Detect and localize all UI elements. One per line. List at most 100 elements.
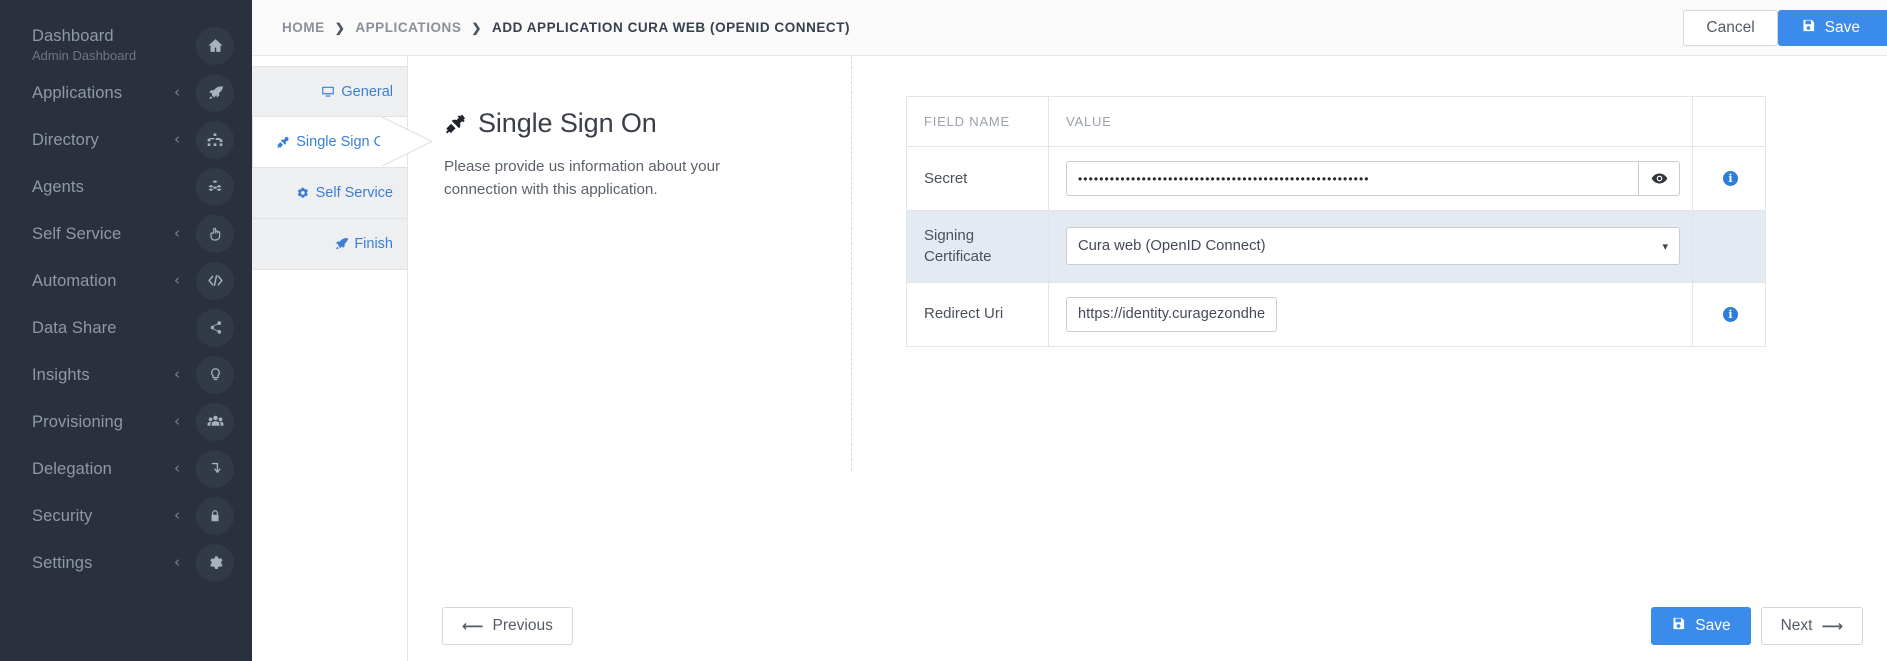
breadcrumb-item-home[interactable]: HOME (282, 20, 325, 35)
save-button-bottom-label: Save (1695, 617, 1731, 634)
wizard-step-label: Finish (354, 236, 393, 252)
breadcrumb: HOME ❯ APPLICATIONS ❯ ADD APPLICATION CU… (282, 20, 850, 35)
wizard-steps: General Single Sign On Self Service Fini… (252, 56, 432, 661)
save-button-bottom[interactable]: Save (1651, 607, 1751, 645)
sidebar-item-provisioning[interactable]: Provisioning ‹ (0, 398, 252, 445)
sidebar-item-label: Security (32, 506, 93, 525)
sidebar-item-self-service[interactable]: Self Service ‹ (0, 210, 252, 257)
top-bar-actions: Cancel Save (1683, 9, 1887, 46)
save-button-top[interactable]: Save (1777, 9, 1887, 46)
arrow-left-icon: ⟶ (462, 617, 484, 635)
arrow-right-icon: ⟶ (1821, 617, 1843, 635)
field-label-redirect-uri: Redirect Uri (906, 281, 1049, 347)
column-header-info (1692, 96, 1766, 147)
signing-certificate-selected-value: Cura web (OpenID Connect) (1078, 238, 1266, 255)
sidebar-item-text: Self Service (0, 224, 174, 244)
home-icon (196, 26, 234, 65)
wizard-step-label: General (341, 83, 393, 100)
field-value-signing-certificate: Cura web (OpenID Connect) ▾ (1048, 210, 1693, 283)
sidebar-item-text: Provisioning (0, 412, 174, 432)
floppy-disk-icon (1671, 616, 1686, 636)
sidebar-item-label: Automation (32, 271, 117, 290)
eye-icon[interactable] (1638, 161, 1680, 196)
previous-button[interactable]: ⟶ Previous (442, 607, 573, 645)
main-pane: HOME ❯ APPLICATIONS ❯ ADD APPLICATION CU… (252, 0, 1887, 661)
sidebar-item-label: Provisioning (32, 412, 124, 431)
sidebar-item-security[interactable]: Security ‹ (0, 492, 252, 539)
sidebar-item-delegation[interactable]: Delegation ‹ (0, 445, 252, 492)
table-header-row: FIELD NAME VALUE (906, 96, 1766, 147)
sidebar-item-label: Self Service (32, 224, 122, 243)
wizard-step-general[interactable]: General (252, 66, 407, 117)
cubes-icon (196, 167, 234, 206)
lock-icon (196, 496, 234, 535)
cancel-button[interactable]: Cancel (1683, 9, 1778, 46)
sidebar-item-text: Agents (0, 177, 196, 197)
chevron-right-icon: ❯ (471, 20, 483, 35)
field-info-signing-certificate (1692, 210, 1766, 283)
rocket-icon (196, 73, 234, 112)
chevron-left-icon: ‹ (174, 412, 180, 430)
field-value-secret (1048, 146, 1693, 211)
desktop-icon (321, 85, 335, 99)
sidebar-item-label: Insights (32, 365, 90, 384)
app-root: Dashboard Admin Dashboard Applications ‹… (0, 0, 1887, 661)
sitemap-icon (196, 120, 234, 159)
sidebar-item-label: Data Share (32, 318, 117, 337)
field-info-secret: i (1692, 146, 1766, 211)
main-sidebar: Dashboard Admin Dashboard Applications ‹… (0, 0, 252, 661)
next-button[interactable]: Next ⟶ (1760, 607, 1863, 645)
wizard-step-finish[interactable]: Finish (252, 219, 407, 270)
field-label-signing-certificate: Signing Certificate (906, 210, 1049, 283)
sidebar-item-dashboard[interactable]: Dashboard Admin Dashboard (0, 22, 252, 69)
sidebar-item-label: Agents (32, 177, 84, 196)
chevron-left-icon: ‹ (174, 506, 180, 524)
sidebar-item-automation[interactable]: Automation ‹ (0, 257, 252, 304)
plug-icon (276, 135, 290, 149)
wizard-footer-right: Save Next ⟶ (1651, 607, 1863, 645)
sidebar-item-label: Settings (32, 553, 93, 572)
table-row-secret: Secret i (906, 146, 1766, 211)
sidebar-item-text: Security (0, 506, 174, 526)
sidebar-item-text: Delegation (0, 459, 174, 479)
sidebar-item-label: Dashboard (32, 27, 114, 45)
redirect-uri-input[interactable] (1066, 296, 1277, 332)
arrow-turn-down-icon (196, 449, 234, 488)
save-button-top-label: Save (1824, 18, 1860, 36)
field-info-redirect-uri: i (1692, 281, 1766, 347)
sidebar-item-text: Applications (0, 83, 174, 103)
info-icon[interactable]: i (1723, 171, 1738, 186)
section-description: Please provide us information about your… (444, 158, 721, 199)
column-header-value: VALUE (1048, 96, 1693, 147)
wizard-step-single-sign-on[interactable]: Single Sign On (252, 117, 432, 168)
sidebar-item-applications[interactable]: Applications ‹ (0, 69, 252, 116)
sidebar-item-directory[interactable]: Directory ‹ (0, 116, 252, 163)
signing-certificate-select[interactable]: Cura web (OpenID Connect) ▾ (1066, 227, 1680, 266)
chevron-left-icon: ‹ (174, 271, 180, 289)
sidebar-item-data-share[interactable]: Data Share (0, 304, 252, 351)
breadcrumb-item-current: ADD APPLICATION CURA WEB (OPENID CONNECT… (492, 20, 851, 35)
wizard-footer: ⟶ Previous Save Next ⟶ (252, 603, 1887, 649)
field-value-redirect-uri (1048, 281, 1693, 347)
fields-table: FIELD NAME VALUE Secret ••••••••••••••••… (906, 96, 1766, 347)
sidebar-item-label: Directory (32, 130, 99, 149)
hand-pointer-icon (196, 214, 234, 253)
sidebar-item-insights[interactable]: Insights ‹ (0, 351, 252, 398)
chevron-right-icon: ❯ (334, 20, 346, 35)
chevron-left-icon: ‹ (174, 224, 180, 242)
page-title-text: Single Sign On (478, 108, 657, 138)
code-icon (196, 261, 234, 300)
sidebar-item-agents[interactable]: Agents (0, 163, 252, 210)
wizard-step-label: Single Sign On (296, 134, 393, 150)
breadcrumb-item-applications[interactable]: APPLICATIONS (355, 20, 461, 35)
sidebar-item-text: Data Share (0, 318, 196, 338)
sidebar-item-text: Insights (0, 365, 174, 385)
wizard-step-self-service[interactable]: Self Service (252, 168, 407, 219)
table-row-redirect-uri: Redirect Uri i (906, 281, 1766, 347)
secret-input[interactable] (1066, 161, 1638, 196)
top-bar: HOME ❯ APPLICATIONS ❯ ADD APPLICATION CU… (252, 0, 1887, 56)
info-icon[interactable]: i (1723, 306, 1738, 322)
sidebar-item-text: Automation (0, 271, 174, 291)
floppy-disk-icon (1801, 18, 1816, 38)
sidebar-item-settings[interactable]: Settings ‹ (0, 539, 252, 586)
